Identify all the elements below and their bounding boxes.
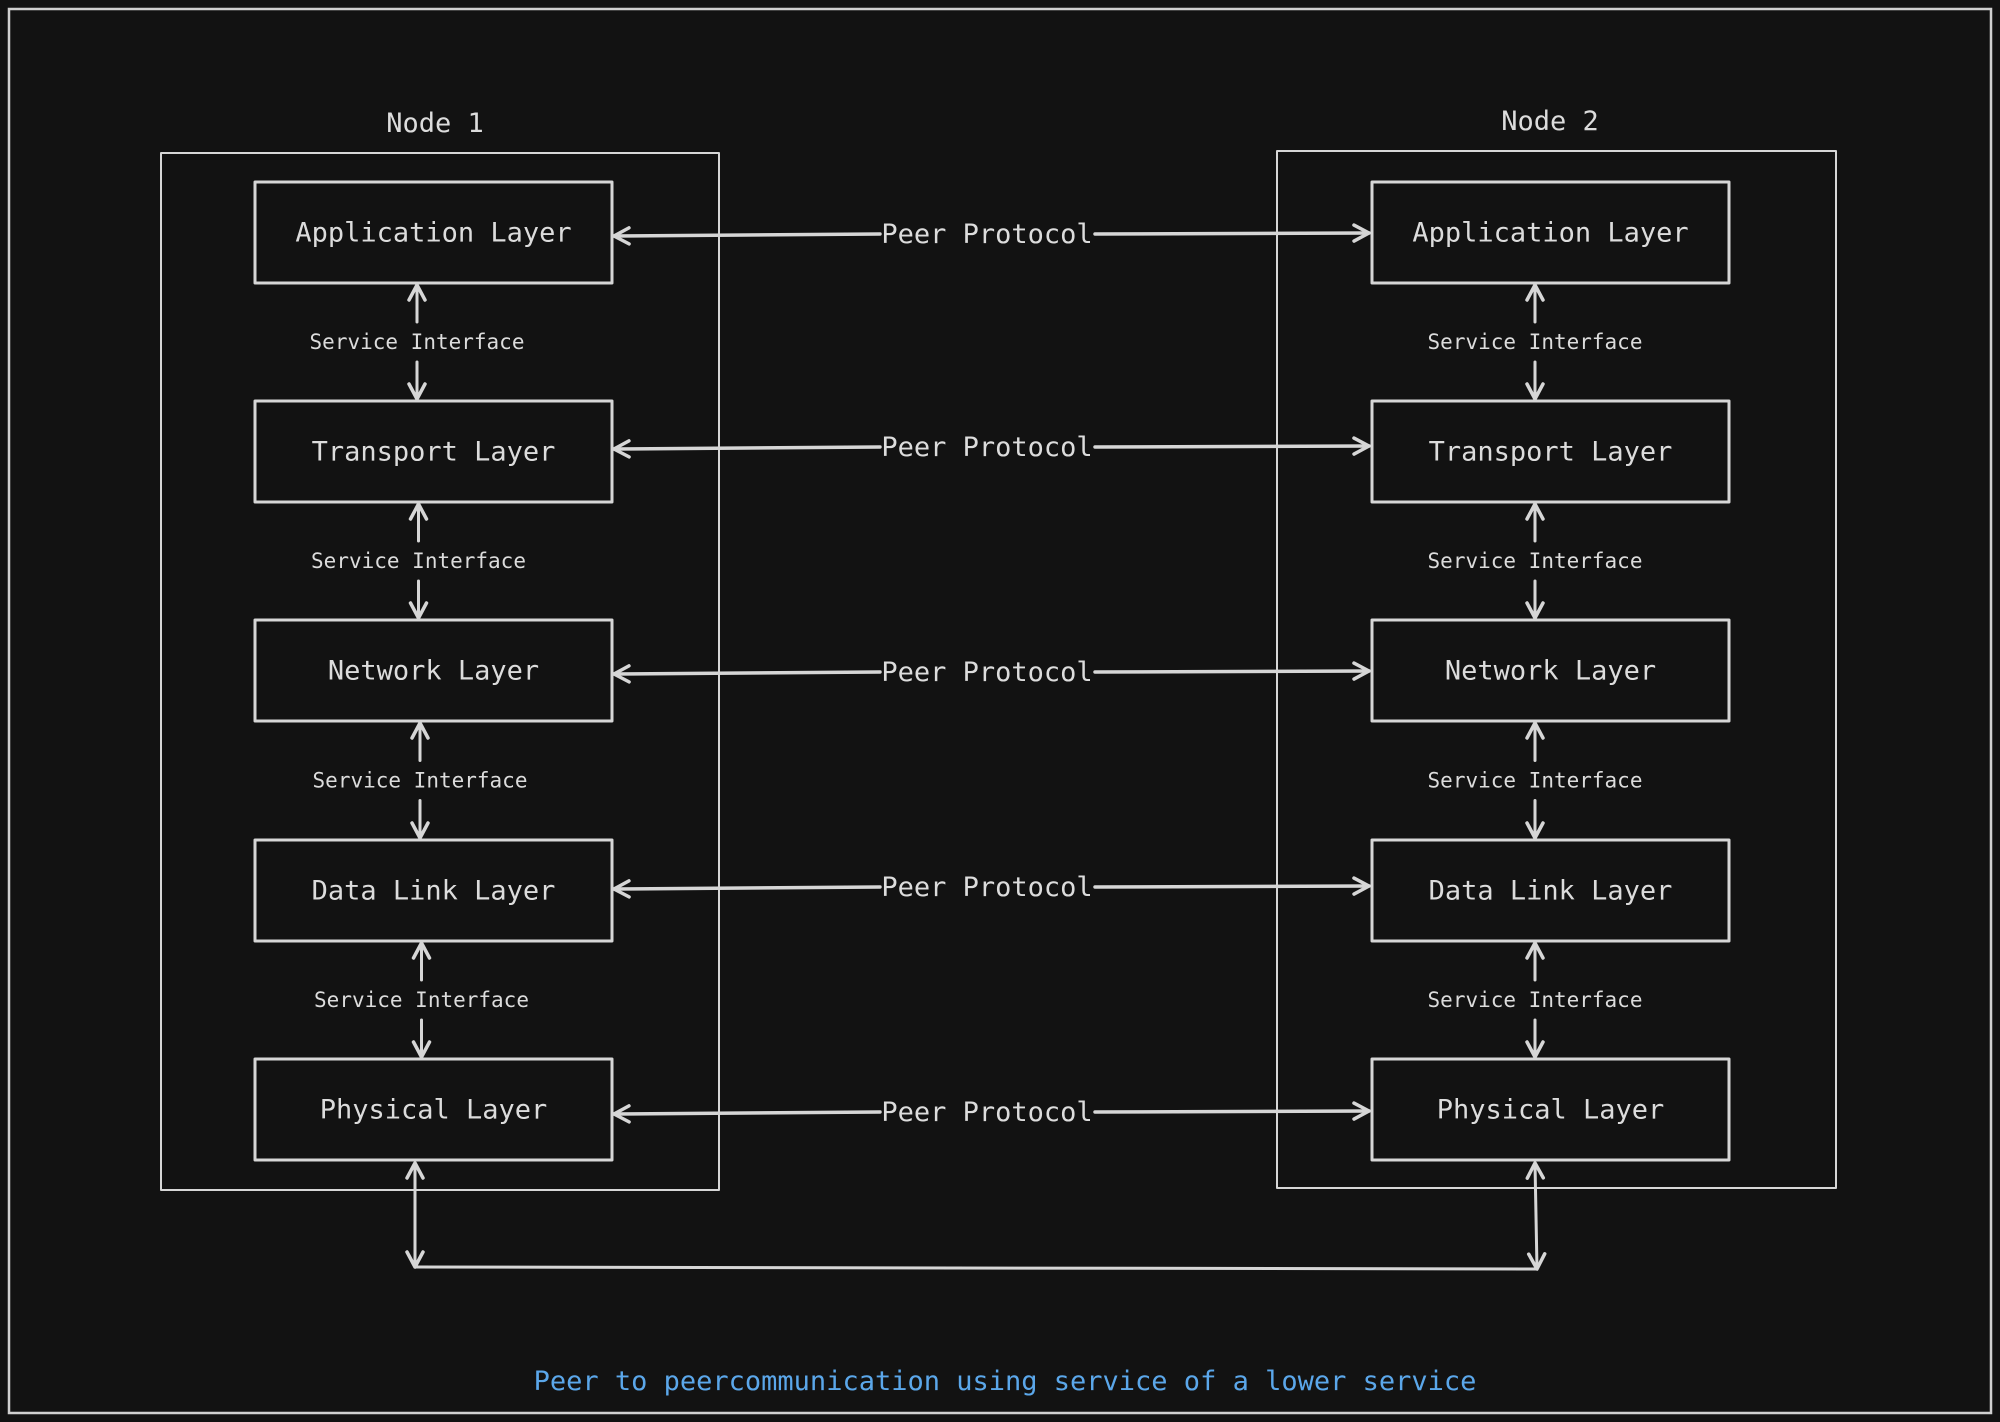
node-2-service-interface-1: Service Interface [1428, 283, 1643, 401]
node-2-physical-layer: Physical Layer [1370, 1057, 1731, 1162]
physical-link-bottom-line [413, 1265, 1539, 1271]
peer-arrow-left [612, 1104, 882, 1124]
node-1-data-link-layer: Data Link Layer [253, 838, 614, 943]
node-2-service-interface-2: Service Interface [1428, 502, 1643, 620]
service-interface-label: Service Interface [1428, 988, 1643, 1012]
peer-protocol-label: Peer Protocol [881, 219, 1092, 250]
service-interface-label: Service Interface [311, 549, 526, 573]
diagram-caption: Peer to peercommunication using service … [534, 1366, 1477, 1397]
node-2-application-layer: Application Layer [1370, 180, 1731, 285]
peer-arrow-right [1093, 436, 1371, 456]
node-1-service-interface-4: Service Interface [314, 941, 529, 1059]
layer-label: Application Layer [295, 218, 571, 249]
service-interface-label: Service Interface [1428, 330, 1643, 354]
node-1-service-interface-2: Service Interface [311, 502, 526, 620]
node-2-transport-layer: Transport Layer [1370, 399, 1731, 504]
physical-link [405, 1161, 1547, 1271]
peer-protocol-5: Peer Protocol [612, 1097, 1371, 1128]
node-2-container: Node 2 [1276, 106, 1837, 1189]
node-2-service-interface-3: Service Interface [1428, 721, 1643, 840]
node-1-physical-layer: Physical Layer [253, 1057, 614, 1162]
node-2-network-layer: Network Layer [1370, 618, 1731, 723]
node-1-title: Node 1 [386, 108, 484, 139]
peer-arrow-right [1093, 1101, 1371, 1121]
node-1-service-interface-1: Service Interface [310, 283, 525, 401]
layer-label: Network Layer [1445, 656, 1656, 687]
peer-protocol-4: Peer Protocol [612, 872, 1371, 903]
peer-protocol-2: Peer Protocol [612, 432, 1371, 463]
node-1-application-layer: Application Layer [253, 180, 614, 285]
peer-protocol-1: Peer Protocol [612, 219, 1371, 250]
peer-protocol-label: Peer Protocol [881, 872, 1092, 903]
node-2-title: Node 2 [1501, 106, 1599, 137]
layer-label: Physical Layer [1437, 1095, 1665, 1126]
peer-arrow-left [612, 664, 882, 684]
node-1-container: Node 1 [160, 108, 720, 1191]
peer-arrow-left [612, 226, 882, 246]
node-1-transport-layer: Transport Layer [253, 399, 614, 504]
service-interface-label: Service Interface [1428, 549, 1643, 573]
node-2-data-link-layer: Data Link Layer [1370, 838, 1731, 943]
protocol-stack-diagram: Node 1 Node 2 Application Layer Transport… [7, 7, 1993, 1415]
peer-arrow-right [1093, 876, 1371, 896]
service-interface-label: Service Interface [314, 988, 529, 1012]
layer-label: Physical Layer [320, 1095, 548, 1126]
service-interface-label: Service Interface [310, 330, 525, 354]
layer-label: Network Layer [328, 656, 539, 687]
layer-label: Data Link Layer [1429, 876, 1673, 907]
peer-protocol-label: Peer Protocol [881, 432, 1092, 463]
physical-link-right-arrow [1525, 1161, 1547, 1271]
peer-protocol-label: Peer Protocol [881, 657, 1092, 688]
peer-arrow-left [612, 879, 882, 899]
service-interface-label: Service Interface [1428, 769, 1643, 793]
peer-arrow-right [1093, 661, 1371, 681]
peer-arrow-right [1093, 223, 1371, 243]
peer-protocol-label: Peer Protocol [881, 1097, 1092, 1128]
node-1-network-layer: Network Layer [253, 618, 614, 723]
layer-label: Application Layer [1412, 218, 1688, 249]
layer-label: Data Link Layer [312, 876, 556, 907]
node-1-service-interface-3: Service Interface [313, 721, 528, 840]
node-2-service-interface-4: Service Interface [1428, 941, 1643, 1059]
peer-protocol-3: Peer Protocol [612, 657, 1371, 688]
peer-protocols-group: Peer Protocol Peer Protocol Peer Protocol P… [612, 219, 1371, 1128]
service-interface-label: Service Interface [313, 769, 528, 793]
layer-label: Transport Layer [1429, 437, 1673, 468]
peer-arrow-left [612, 439, 882, 459]
layer-label: Transport Layer [312, 437, 556, 468]
